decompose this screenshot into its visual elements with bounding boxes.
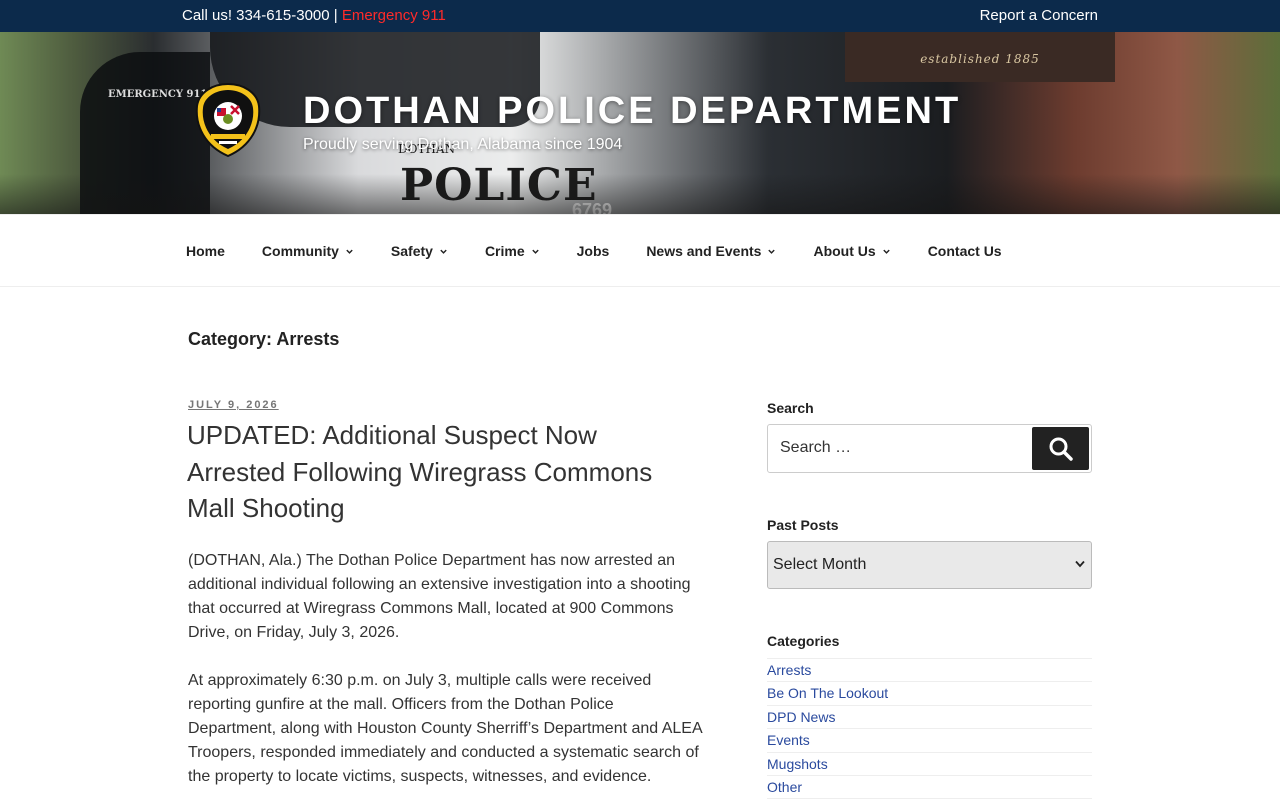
nav-item-contact-us[interactable]: Contact Us bbox=[928, 243, 1002, 259]
post-date-link[interactable]: JULY 9, 2026 bbox=[188, 399, 279, 411]
police-badge-logo[interactable] bbox=[195, 82, 261, 158]
nav-item-crime[interactable]: Crime bbox=[485, 243, 540, 259]
chevron-down-icon bbox=[346, 249, 353, 254]
nav-item-label: Contact Us bbox=[927, 243, 1002, 259]
nav-item-community[interactable]: Community bbox=[262, 243, 354, 259]
category-link[interactable]: DPD News bbox=[767, 706, 1092, 730]
archive-select-value: Select Month bbox=[773, 556, 867, 573]
site-title[interactable]: DOTHAN POLICE DEPARTMENT bbox=[303, 90, 961, 133]
nav-item-news-and-events[interactable]: News and Events bbox=[646, 243, 776, 259]
nav-item-label: Crime bbox=[484, 243, 525, 259]
archive-month-select[interactable]: Select Month bbox=[767, 541, 1092, 589]
search-input[interactable]: Search … bbox=[780, 439, 851, 457]
category-link[interactable]: Arrests bbox=[767, 659, 1092, 683]
nav-item-home[interactable]: Home bbox=[186, 243, 225, 259]
report-concern-link[interactable]: Report a Concern bbox=[980, 7, 1098, 24]
car-side-text: EMERGENCY 911 bbox=[108, 89, 208, 100]
category-link[interactable]: Other bbox=[767, 776, 1092, 800]
post-title-link[interactable]: UPDATED: Additional Suspect Now Arrested… bbox=[187, 417, 697, 527]
nav-item-label: Safety bbox=[390, 243, 433, 259]
post-paragraph: At approximately 6:30 p.m. on July 3, mu… bbox=[188, 672, 702, 785]
nav-item-about-us[interactable]: About Us bbox=[813, 243, 890, 259]
chevron-down-icon bbox=[1075, 560, 1085, 568]
nav-item-safety[interactable]: Safety bbox=[391, 243, 448, 259]
post-paragraph: (DOTHAN, Ala.) The Dothan Police Departm… bbox=[188, 552, 691, 641]
nav-item-jobs[interactable]: Jobs bbox=[577, 243, 610, 259]
category-link[interactable]: Be On The Lookout bbox=[767, 682, 1092, 706]
categories-heading: Categories bbox=[767, 633, 840, 649]
chevron-down-icon bbox=[882, 249, 890, 254]
nav-item-label: Community bbox=[261, 243, 339, 259]
chevron-down-icon bbox=[768, 249, 776, 254]
category-link[interactable]: Mugshots bbox=[767, 753, 1092, 776]
post-body: (DOTHAN, Ala.) The Dothan Police Departm… bbox=[188, 549, 703, 800]
contact-info: Call us! 334-615-3000 | Emergency 911 bbox=[182, 7, 446, 24]
emergency-911-link[interactable]: Emergency 911 bbox=[342, 7, 446, 24]
top-bar: Call us! 334-615-3000 | Emergency 911 Re… bbox=[0, 0, 1280, 32]
search-button[interactable] bbox=[1032, 427, 1089, 470]
main-navigation: Home Community Safety Crime Jobs News and Eve… bbox=[0, 214, 1280, 287]
call-us-text: Call us! 334-615-3000 | bbox=[182, 7, 338, 24]
chevron-down-icon bbox=[440, 249, 447, 254]
site-tagline: Proudly serving Dothan, Alabama since 19… bbox=[303, 136, 623, 153]
past-posts-heading: Past Posts bbox=[767, 517, 839, 533]
category-link[interactable]: Events bbox=[767, 729, 1092, 753]
nav-item-label: News and Events bbox=[646, 243, 762, 259]
category-title: Category: Arrests bbox=[188, 329, 340, 349]
search-heading: Search bbox=[767, 400, 814, 416]
hero-shade bbox=[0, 174, 1280, 214]
city-sign-graphic: established 1885 bbox=[845, 32, 1115, 82]
city-sign-text: established 1885 bbox=[920, 52, 1040, 66]
nav-item-label: Jobs bbox=[576, 243, 610, 259]
nav-list: Home Community Safety Crime Jobs News and Eve… bbox=[186, 243, 1039, 259]
search-icon bbox=[1049, 437, 1073, 461]
categories-list: Arrests Be On The Lookout DPD News Events Mu… bbox=[767, 658, 1092, 800]
chevron-down-icon bbox=[531, 249, 539, 254]
nav-item-label: About Us bbox=[813, 243, 876, 259]
nav-item-label: Home bbox=[186, 243, 225, 259]
search-form: Search … bbox=[767, 424, 1092, 473]
